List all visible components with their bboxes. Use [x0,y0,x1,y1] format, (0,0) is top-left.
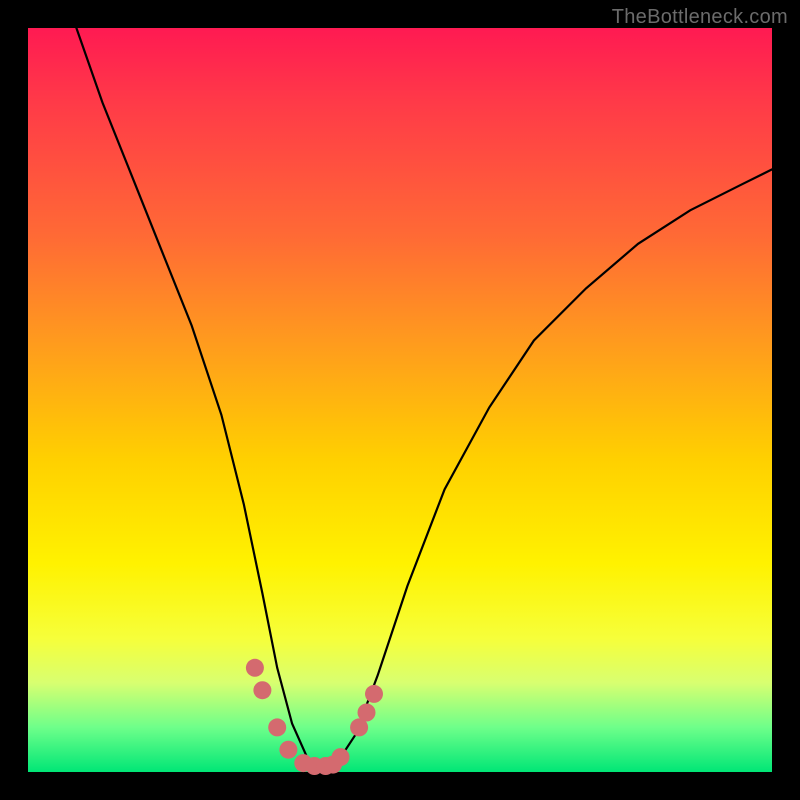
highlight-marker [268,718,286,736]
highlight-marker [279,741,297,759]
highlight-marker [358,704,376,722]
watermark-text: TheBottleneck.com [612,6,788,29]
plot-area [28,28,772,772]
highlight-marker [365,685,383,703]
highlight-marker [253,681,271,699]
highlight-marker [246,659,264,677]
highlight-markers [246,659,383,775]
curve-layer [28,28,772,772]
bottleneck-curve [76,28,772,768]
chart-frame: TheBottleneck.com [0,0,800,800]
highlight-marker [332,748,350,766]
